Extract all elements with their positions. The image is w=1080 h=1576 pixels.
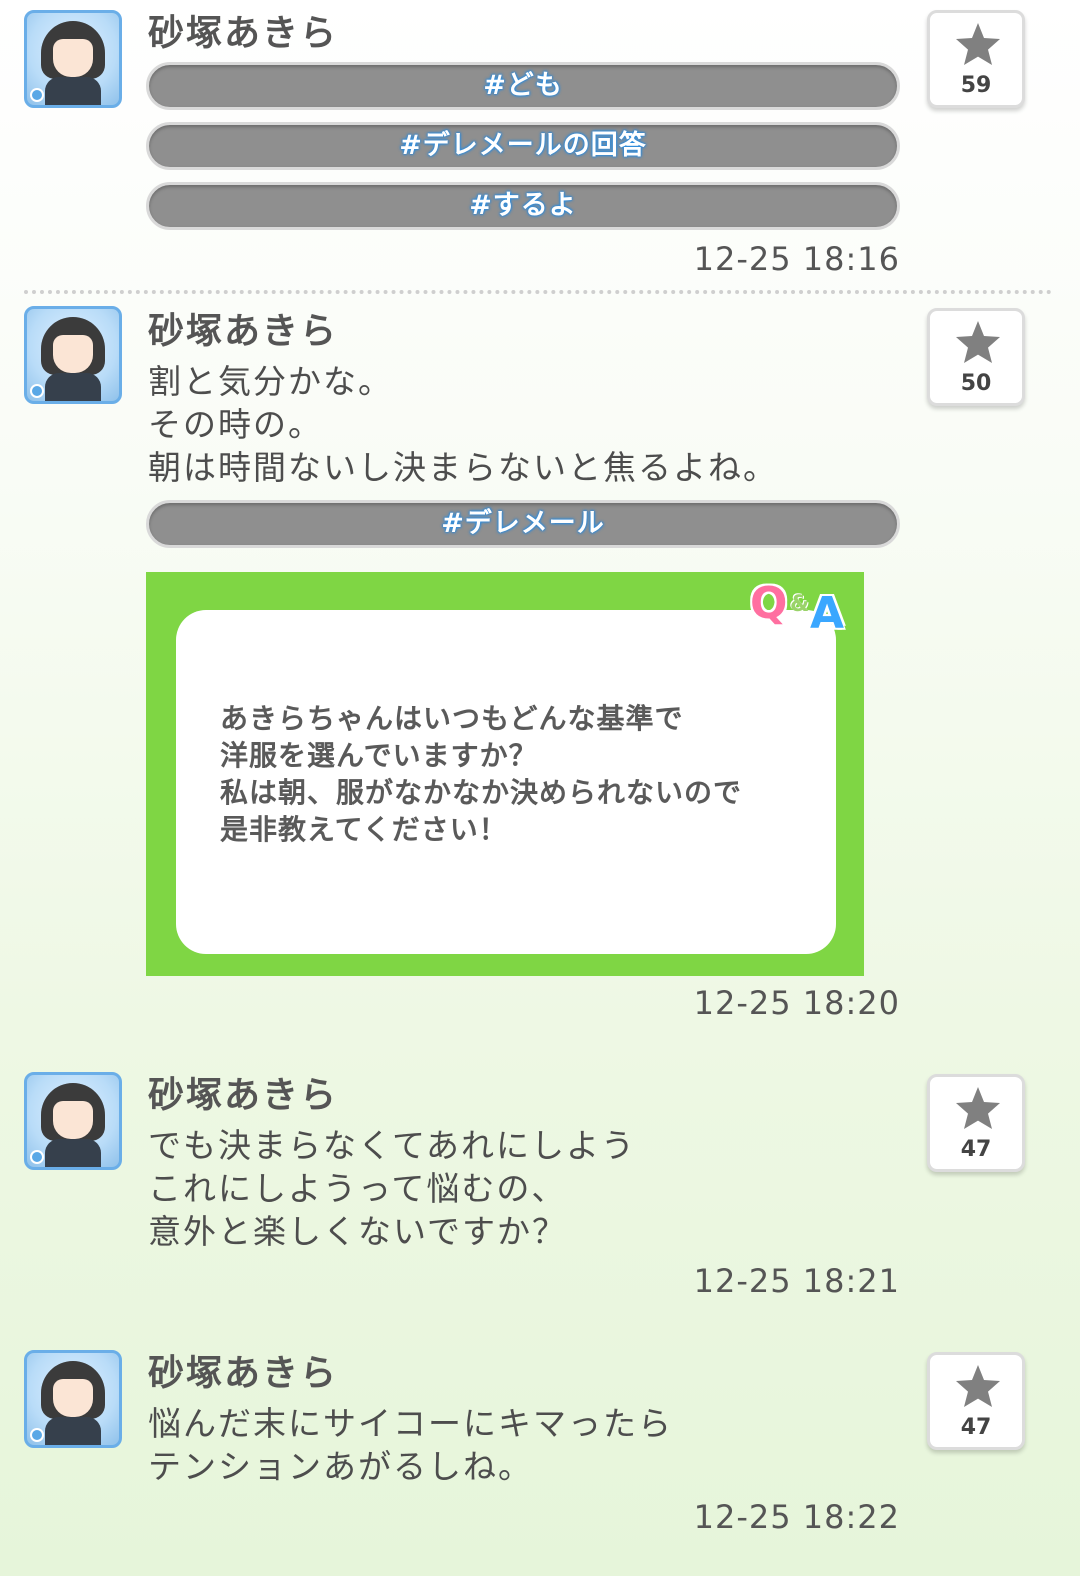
hashtag-button[interactable]: #デレメールの回答 — [146, 122, 900, 170]
star-icon — [956, 1087, 1000, 1129]
post-line: これにしようって悩むの、 — [148, 1169, 567, 1208]
avatar-face — [53, 39, 93, 77]
post-body: 悩んだ末にサイコーにキマったら テンションあがるしね。 — [148, 1402, 673, 1488]
post-line: 意外と楽しくないですか？ — [148, 1212, 568, 1251]
post-line: テンションあがるしね。 — [148, 1447, 533, 1486]
hashtag-button[interactable]: #デレメール — [146, 500, 900, 548]
gem-icon — [30, 1150, 44, 1164]
star-icon — [956, 1365, 1000, 1407]
post-line: 朝は時間ないし決まらないと焦るよね。 — [148, 448, 778, 487]
avatar-body — [45, 373, 101, 401]
post-line: 割と気分かな。 — [148, 362, 393, 401]
star-icon — [956, 23, 1000, 65]
post-line: その時の。 — [148, 405, 323, 444]
post-timestamp: 12-25 18:22 — [693, 1498, 900, 1536]
author-name: 砂塚あきら — [148, 1075, 339, 1116]
gem-icon — [30, 88, 44, 102]
like-button[interactable]: 59 — [927, 10, 1025, 108]
post-timestamp: 12-25 18:20 — [693, 984, 900, 1022]
qa-line: 私は朝、服がなかなか決められないので — [220, 776, 743, 809]
post-body: でも決まらなくてあれにしよう これにしようって悩むの、 意外と楽しくないですか？ — [148, 1124, 636, 1253]
qa-line: あきらちゃんはいつもどんな基準で — [220, 702, 684, 735]
qa-badge-a: A — [810, 588, 845, 639]
qa-line: 是非教えてください！ — [220, 813, 508, 846]
hashtag-button[interactable]: #ども — [146, 62, 900, 110]
avatar-face — [53, 335, 93, 373]
post-divider — [24, 290, 1052, 294]
avatar-face — [53, 1101, 93, 1139]
avatar-face — [53, 1379, 93, 1417]
post-line: 悩んだ末にサイコーにキマったら — [148, 1404, 673, 1443]
avatar[interactable] — [24, 1350, 122, 1448]
qa-badge-icon: Q & A — [750, 578, 860, 639]
like-button[interactable]: 47 — [927, 1074, 1025, 1172]
qa-card-body: あきらちゃんはいつもどんな基準で 洋服を選んでいますか？ 私は朝、服がなかなか決… — [176, 610, 836, 954]
gem-icon — [30, 384, 44, 398]
like-button[interactable]: 47 — [927, 1352, 1025, 1450]
hashtag-button[interactable]: #するよ — [146, 182, 900, 230]
like-button[interactable]: 50 — [927, 308, 1025, 406]
like-count: 59 — [960, 73, 992, 98]
avatar[interactable] — [24, 306, 122, 404]
like-count: 50 — [960, 371, 992, 396]
qa-question: あきらちゃんはいつもどんな基準で 洋服を選んでいますか？ 私は朝、服がなかなか決… — [220, 700, 820, 848]
post-timestamp: 12-25 18:21 — [693, 1262, 900, 1300]
author-name: 砂塚あきら — [148, 13, 339, 54]
gem-icon — [30, 1428, 44, 1442]
avatar[interactable] — [24, 1072, 122, 1170]
qa-badge-q: Q — [750, 578, 788, 629]
post-body: 割と気分かな。 その時の。 朝は時間ないし決まらないと焦るよね。 — [148, 360, 778, 489]
post-line: でも決まらなくてあれにしよう — [148, 1126, 637, 1165]
like-count: 47 — [960, 1137, 992, 1162]
avatar-body — [45, 77, 101, 105]
qa-line: 洋服を選んでいますか？ — [220, 739, 538, 772]
like-count: 47 — [960, 1415, 992, 1440]
author-name: 砂塚あきら — [148, 311, 339, 352]
post-timestamp: 12-25 18:16 — [693, 240, 900, 278]
qa-card[interactable]: あきらちゃんはいつもどんな基準で 洋服を選んでいますか？ 私は朝、服がなかなか決… — [146, 572, 864, 976]
avatar-body — [45, 1417, 101, 1445]
star-icon — [956, 321, 1000, 363]
avatar-body — [45, 1139, 101, 1167]
avatar[interactable] — [24, 10, 122, 108]
author-name: 砂塚あきら — [148, 1353, 339, 1394]
qa-badge-amp: & — [790, 592, 810, 617]
